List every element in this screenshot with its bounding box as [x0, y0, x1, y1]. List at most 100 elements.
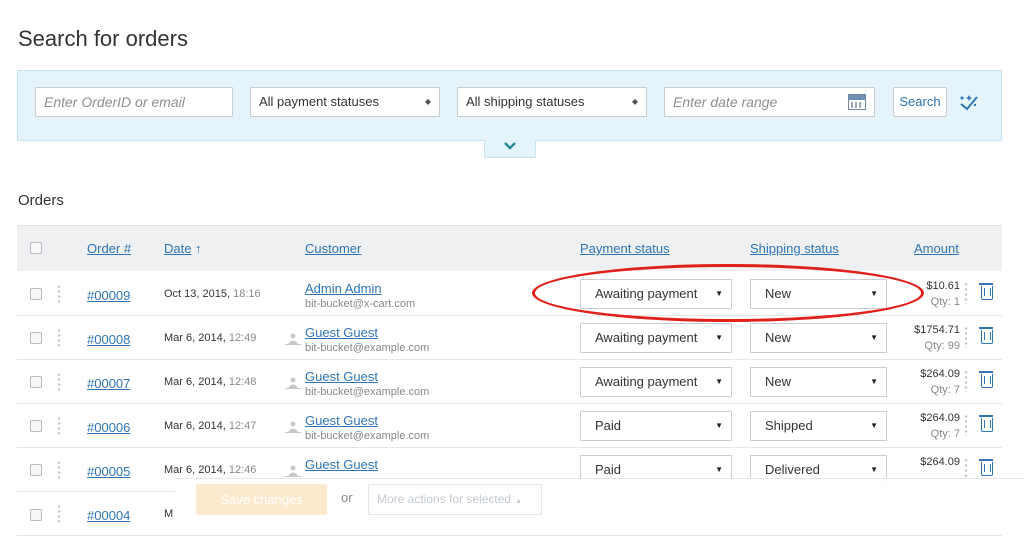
order-number-header[interactable]: Order #: [87, 241, 131, 256]
dropdown-caret-icon: ▼: [715, 377, 723, 386]
more-actions-label: More actions for selected: [377, 492, 512, 506]
trash-icon[interactable]: [979, 283, 993, 300]
guest-user-icon: [285, 377, 301, 392]
date-header[interactable]: Date: [164, 241, 191, 256]
shipping-status-select[interactable]: New ▼: [750, 279, 887, 309]
drag-handle[interactable]: [57, 284, 61, 304]
save-changes-button[interactable]: Save changes: [196, 484, 327, 515]
order-time: 12:46: [228, 464, 257, 476]
amount-header[interactable]: Amount: [914, 241, 959, 256]
payment-status-select[interactable]: Awaiting payment ▼: [580, 323, 732, 353]
customer-name-link[interactable]: Guest Guest: [305, 325, 378, 340]
shipping-status-select[interactable]: New ▼: [750, 323, 887, 353]
table-row: #00009 Oct 13, 2015, 18:16 Admin Admin b…: [17, 272, 1002, 316]
customer-email: bit-bucket@example.com: [305, 430, 430, 442]
order-number-link[interactable]: #00009: [87, 288, 130, 303]
payment-status-value: Awaiting payment: [595, 330, 698, 345]
table-row: #00007 Mar 6, 2014, 12:48 Guest Guest bi…: [17, 360, 1002, 404]
select-arrows-icon: ◆: [424, 97, 431, 106]
payment-status-select[interactable]: Paid ▼: [580, 411, 732, 441]
trash-icon[interactable]: [979, 327, 993, 344]
payment-status-select[interactable]: Awaiting payment ▼: [580, 367, 732, 397]
customer-name-link[interactable]: Guest Guest: [305, 457, 378, 472]
more-options-icon[interactable]: [964, 414, 968, 436]
payment-status-select[interactable]: Awaiting payment ▼: [580, 279, 732, 309]
drag-handle[interactable]: [57, 328, 61, 348]
order-number-link[interactable]: #00004: [87, 508, 130, 523]
payment-status-value: Awaiting payment: [595, 286, 698, 301]
row-checkbox[interactable]: [30, 332, 42, 344]
dropdown-caret-icon: ▼: [715, 421, 723, 430]
guest-user-icon: [285, 421, 301, 436]
drag-handle[interactable]: [57, 372, 61, 392]
order-time: 18:16: [233, 288, 261, 300]
row-checkbox[interactable]: [30, 464, 42, 476]
magic-wand-icon[interactable]: [958, 93, 980, 113]
select-arrows-icon: ◆: [631, 97, 638, 106]
row-checkbox[interactable]: [30, 509, 42, 521]
shipping-status-filter-value: All shipping statuses: [466, 94, 585, 109]
order-date: Mar 6, 2014, 12:48: [164, 376, 256, 388]
shipping-status-value: New: [765, 374, 792, 389]
guest-user-icon: [285, 333, 301, 348]
orders-section-title: Orders: [18, 192, 64, 209]
customer-name-link[interactable]: Admin Admin: [305, 281, 382, 296]
order-date: Mar 6, 2014, 12:46: [164, 464, 256, 476]
dropdown-caret-icon: ▼: [870, 377, 878, 386]
order-amount: $264.09: [920, 412, 960, 424]
order-date-value: Oct 13, 2015,: [164, 288, 231, 300]
drag-handle[interactable]: [57, 504, 61, 524]
trash-icon[interactable]: [979, 459, 993, 476]
date-header-label: Date: [164, 241, 192, 256]
order-number-link[interactable]: #00007: [87, 376, 130, 391]
order-qty: Qty: 99: [924, 340, 960, 352]
more-actions-button[interactable]: More actions for selected ▲: [368, 484, 542, 515]
shipping-status-header[interactable]: Shipping status: [750, 241, 839, 256]
more-options-icon[interactable]: [964, 370, 968, 392]
row-checkbox[interactable]: [30, 420, 42, 432]
page-title: Search for orders: [18, 26, 188, 51]
shipping-status-filter[interactable]: All shipping statuses ◆: [457, 87, 647, 117]
trash-icon[interactable]: [979, 371, 993, 388]
order-time: 12:49: [228, 332, 257, 344]
search-button[interactable]: Search: [893, 87, 947, 117]
calendar-icon[interactable]: [848, 94, 866, 110]
payment-status-filter[interactable]: All payment statuses ◆: [250, 87, 440, 117]
row-checkbox[interactable]: [30, 376, 42, 388]
order-number-link[interactable]: #00008: [87, 332, 130, 347]
select-all-checkbox[interactable]: [30, 242, 42, 254]
search-panel: Enter OrderID or email All payment statu…: [17, 70, 1002, 141]
payment-status-header[interactable]: Payment status: [580, 241, 670, 256]
shipping-status-select[interactable]: New ▼: [750, 367, 887, 397]
row-checkbox[interactable]: [30, 288, 42, 300]
table-row: #00008 Mar 6, 2014, 12:49 Guest Guest bi…: [17, 316, 1002, 360]
more-options-icon[interactable]: [964, 326, 968, 348]
expand-search-button[interactable]: [484, 140, 536, 158]
order-search-input[interactable]: Enter OrderID or email: [35, 87, 233, 117]
more-options-icon[interactable]: [964, 282, 968, 304]
drag-handle[interactable]: [57, 460, 61, 480]
orders-table-header: Order # Date ↑ Customer Payment status S…: [17, 225, 1002, 271]
dropdown-caret-icon: ▼: [870, 333, 878, 342]
customer-header[interactable]: Customer: [305, 241, 361, 256]
customer-name-link[interactable]: Guest Guest: [305, 413, 378, 428]
more-options-icon[interactable]: [964, 458, 968, 480]
order-number-link[interactable]: #00006: [87, 420, 130, 435]
order-number-link[interactable]: #00005: [87, 464, 130, 479]
dropdown-caret-icon: ▼: [870, 421, 878, 430]
payment-status-value: Awaiting payment: [595, 374, 698, 389]
payment-status-value: Paid: [595, 462, 622, 477]
shipping-status-select[interactable]: Shipped ▼: [750, 411, 887, 441]
order-date: Mar 6, 2014, 12:47: [164, 420, 256, 432]
drag-handle[interactable]: [57, 416, 61, 436]
date-range-input[interactable]: Enter date range: [664, 87, 875, 117]
order-date: Oct 13, 2015, 18:16: [164, 288, 261, 300]
dropdown-caret-icon: ▼: [715, 333, 723, 342]
order-qty: Qty: 1: [930, 296, 960, 308]
order-date-value: Mar 6, 2014,: [164, 464, 226, 476]
customer-name-link[interactable]: Guest Guest: [305, 369, 378, 384]
customer-email: bit-bucket@example.com: [305, 386, 430, 398]
trash-icon[interactable]: [979, 415, 993, 432]
dropdown-caret-icon: ▼: [870, 289, 878, 298]
order-date: Mar 6, 2014, 12:49: [164, 332, 256, 344]
